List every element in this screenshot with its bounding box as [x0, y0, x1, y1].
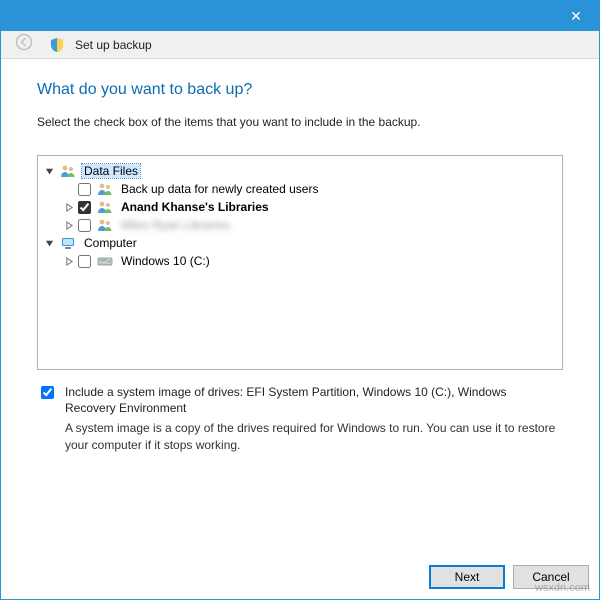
- system-image-label: Include a system image of drives: EFI Sy…: [65, 384, 557, 416]
- system-image-option: Include a system image of drives: EFI Sy…: [37, 384, 563, 453]
- tree-label-drive-c: Windows 10 (C:): [119, 254, 212, 268]
- content-area: What do you want to back up? Select the …: [1, 59, 599, 555]
- back-arrow-icon: [9, 33, 39, 56]
- tree-label-new-users: Back up data for newly created users: [119, 182, 320, 196]
- checkbox-system-image[interactable]: [41, 386, 54, 399]
- instruction-text: Select the check box of the items that y…: [37, 115, 563, 129]
- tree-label-computer: Computer: [82, 236, 139, 250]
- chevron-right-icon[interactable]: [62, 203, 76, 212]
- wizard-window: ✕ Set up backup What do you want to back…: [0, 0, 600, 600]
- tree-node-computer[interactable]: Computer: [42, 234, 558, 252]
- tree-label-data-files: Data Files: [82, 164, 140, 178]
- checkbox-blurred-libraries[interactable]: [78, 219, 91, 232]
- computer-icon: [60, 236, 76, 250]
- titlebar: ✕: [1, 1, 599, 31]
- footer: Next Cancel: [1, 555, 599, 599]
- close-icon: ✕: [570, 8, 582, 25]
- cancel-button[interactable]: Cancel: [513, 565, 589, 589]
- chevron-right-icon[interactable]: [62, 221, 76, 230]
- users-icon: [60, 164, 76, 178]
- tree-node-drive-c[interactable]: Windows 10 (C:): [42, 252, 558, 270]
- tree-node-data-files[interactable]: Data Files: [42, 162, 558, 180]
- tree-label-blurred-libraries: Miles Ryan Libraries: [119, 218, 232, 232]
- shield-icon: [49, 37, 65, 53]
- checkbox-user-libraries[interactable]: [78, 201, 91, 214]
- chevron-right-icon[interactable]: [62, 257, 76, 266]
- tree-label-user-libraries: Anand Khanse's Libraries: [119, 200, 271, 214]
- users-icon: [97, 218, 113, 232]
- checkbox-new-users[interactable]: [78, 183, 91, 196]
- system-image-description: A system image is a copy of the drives r…: [65, 420, 557, 452]
- next-button[interactable]: Next: [429, 565, 505, 589]
- chevron-down-icon[interactable]: [42, 167, 56, 176]
- tree-node-blurred-libraries[interactable]: Miles Ryan Libraries: [42, 216, 558, 234]
- tree-node-new-users[interactable]: ▸ Back up data for newly created users: [42, 180, 558, 198]
- checkbox-drive-c[interactable]: [78, 255, 91, 268]
- close-button[interactable]: ✕: [553, 1, 599, 31]
- drive-icon: [97, 254, 113, 268]
- system-image-text: Include a system image of drives: EFI Sy…: [65, 384, 557, 453]
- tree-node-user-libraries[interactable]: Anand Khanse's Libraries: [42, 198, 558, 216]
- subheader-title: Set up backup: [75, 38, 152, 52]
- users-icon: [97, 182, 113, 196]
- tree-view[interactable]: Data Files ▸ Back up data for newly crea…: [37, 155, 563, 370]
- users-icon: [97, 200, 113, 214]
- subheader: Set up backup: [1, 31, 599, 59]
- page-heading: What do you want to back up?: [37, 81, 563, 99]
- chevron-down-icon[interactable]: [42, 239, 56, 248]
